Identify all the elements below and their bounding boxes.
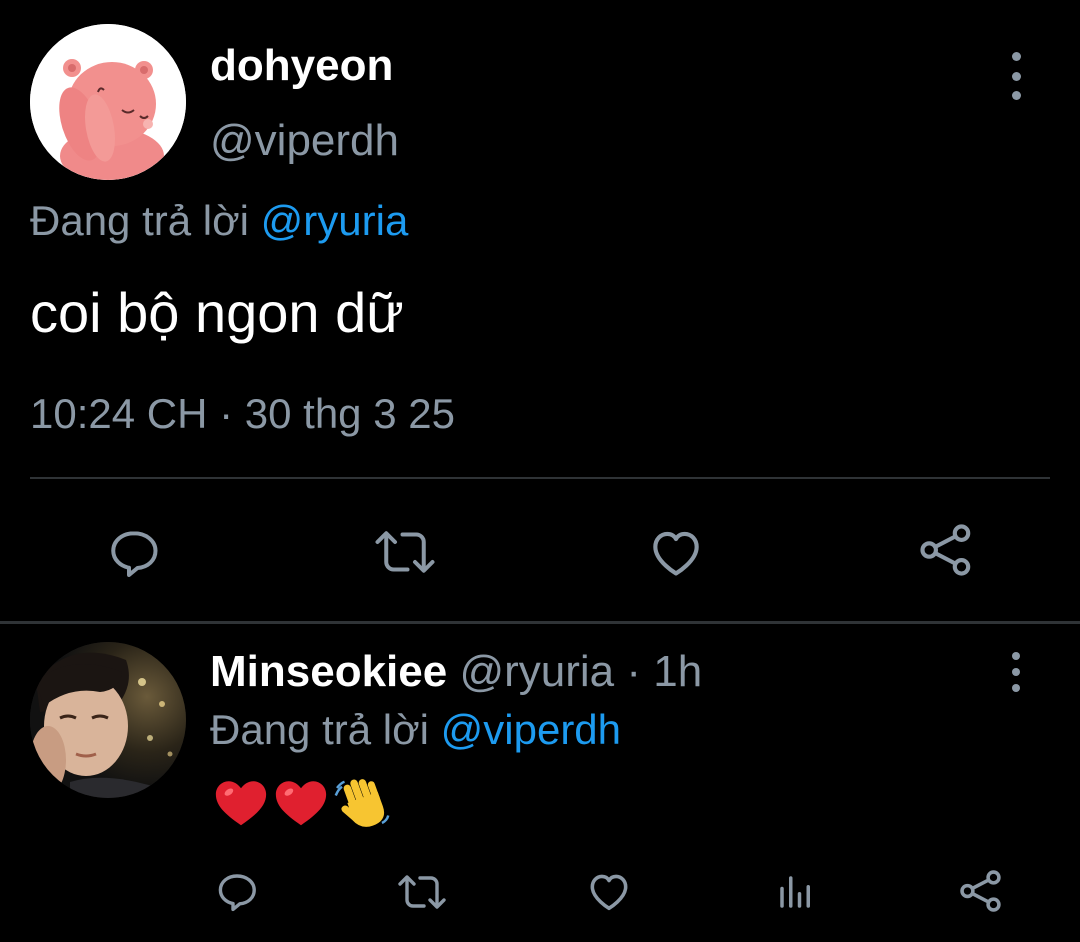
avatar[interactable]: [30, 24, 186, 180]
share-icon[interactable]: [956, 866, 1006, 916]
display-name[interactable]: dohyeon: [210, 38, 393, 94]
heart-icon[interactable]: [644, 520, 708, 584]
reply-header: Minseokiee @ryuria · 1h: [210, 644, 702, 700]
reply-icon[interactable]: [212, 866, 262, 916]
more-options-icon[interactable]: [996, 52, 1036, 100]
red-heart-emoji: [215, 781, 267, 826]
replying-to-line: Đang trả lời @viperdh: [210, 702, 621, 758]
tweet-text: coi bộ ngon dữ: [30, 281, 404, 344]
tweet-time[interactable]: 1h: [653, 647, 702, 696]
replying-to-mention[interactable]: @viperdh: [441, 706, 621, 753]
waving-hand-emoji: [334, 779, 390, 827]
separator: ·: [614, 647, 654, 696]
retweet-icon[interactable]: [370, 522, 440, 582]
tweet-timestamp[interactable]: 10:24 CH · 30 thg 3 25: [30, 386, 455, 442]
pink-bear-avatar-image: [30, 24, 186, 180]
divider: [30, 477, 1050, 479]
display-name[interactable]: Minseokiee: [210, 647, 447, 696]
tweet-text: ❤️❤️👋: [212, 773, 392, 833]
retweet-icon[interactable]: [394, 868, 450, 916]
red-heart-emoji: [275, 781, 327, 826]
replying-to-label: Đang trả lời: [210, 706, 429, 753]
reply-icon[interactable]: [102, 520, 166, 584]
user-handle[interactable]: @ryuria: [459, 647, 614, 696]
replying-to-label: Đang trả lời: [30, 197, 249, 244]
user-photo-avatar-image: [30, 642, 186, 798]
tweet-divider: [0, 621, 1080, 624]
heart-icon[interactable]: [584, 866, 634, 916]
user-handle[interactable]: @viperdh: [210, 113, 399, 169]
analytics-icon[interactable]: [774, 870, 818, 914]
replying-to-mention[interactable]: @ryuria: [261, 197, 409, 244]
avatar[interactable]: [30, 642, 186, 798]
replying-to-line: Đang trả lời @ryuria: [30, 193, 408, 249]
share-icon[interactable]: [914, 518, 978, 582]
more-options-icon[interactable]: [996, 652, 1036, 692]
